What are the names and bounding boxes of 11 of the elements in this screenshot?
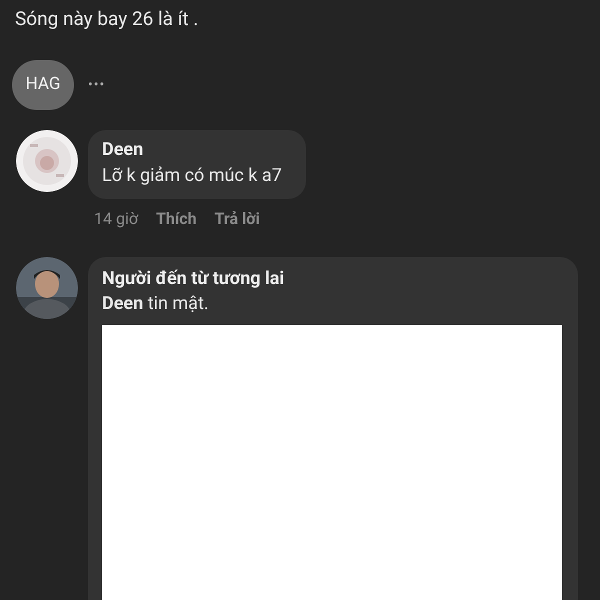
tag-chip[interactable]: HAG bbox=[12, 60, 74, 110]
comment-text: Deen tin mật. bbox=[102, 292, 210, 316]
comment-author[interactable]: Người đến từ tương lai bbox=[102, 267, 564, 291]
comment-author[interactable]: Deen bbox=[102, 138, 292, 162]
comment-time: 14 giờ bbox=[94, 208, 138, 230]
post-text: Sóng này bay 26 là ít . bbox=[15, 6, 200, 32]
reply-link[interactable]: Trả lời bbox=[214, 207, 260, 231]
attachment-image[interactable] bbox=[102, 325, 562, 600]
comment-text: Lỡ k giảm có múc k a7 bbox=[102, 164, 283, 188]
like-link[interactable]: Thích bbox=[156, 207, 197, 231]
more-label[interactable]: ••• bbox=[88, 74, 106, 96]
